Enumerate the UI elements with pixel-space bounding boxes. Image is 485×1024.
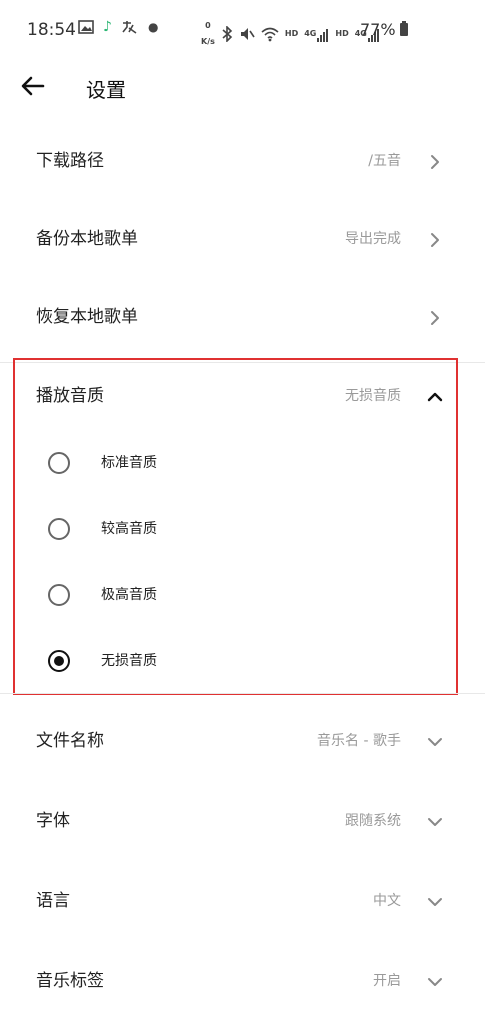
- option-label: 极高音质: [101, 587, 157, 603]
- setting-label: 音乐标签: [36, 971, 104, 991]
- setting-value: /五音: [368, 153, 401, 169]
- chevron-down-icon: [428, 898, 442, 906]
- signal-1: 4G: [304, 26, 329, 42]
- setting-label: 语言: [36, 891, 70, 911]
- quality-option-high[interactable]: 较高音质: [0, 504, 485, 554]
- quality-option-standard[interactable]: 标准音质: [0, 438, 485, 488]
- status-bar: 18:54 ♪ ● 0 K/s HD 4G HD 4G 77%: [0, 0, 485, 60]
- setting-file-name[interactable]: 文件名称 音乐名 - 歌手: [0, 711, 485, 771]
- setting-playback-quality[interactable]: 播放音质 无损音质: [0, 366, 485, 426]
- app-icon: [122, 21, 137, 34]
- setting-label: 备份本地歌单: [36, 229, 138, 249]
- battery-percent: 77%: [360, 20, 396, 39]
- status-left-icons: ♪ ●: [78, 19, 158, 35]
- chevron-down-icon: [428, 978, 442, 986]
- signal-icon-1: [317, 29, 329, 42]
- setting-backup-playlist[interactable]: 备份本地歌单 导出完成: [0, 209, 485, 269]
- hd-label-2: HD: [335, 29, 349, 38]
- setting-value: 中文: [373, 893, 401, 909]
- setting-value: 跟随系统: [345, 813, 401, 829]
- wifi-icon: [261, 27, 279, 42]
- setting-label: 恢复本地歌单: [36, 307, 138, 327]
- back-arrow-icon[interactable]: [19, 72, 47, 100]
- setting-music-tags[interactable]: 音乐标签 开启: [0, 951, 485, 1011]
- radio-button-selected[interactable]: [48, 650, 70, 672]
- option-label: 较高音质: [101, 521, 157, 537]
- chevron-right-icon: [431, 155, 439, 169]
- setting-download-path[interactable]: 下载路径 /五音: [0, 131, 485, 191]
- net-speed: 0 K/s: [201, 21, 215, 46]
- image-icon: [78, 20, 94, 34]
- setting-font[interactable]: 字体 跟随系统: [0, 791, 485, 851]
- mute-icon: [240, 28, 255, 40]
- option-label: 标准音质: [101, 455, 157, 471]
- status-right-icons: 0 K/s HD 4G HD 4G: [201, 18, 380, 50]
- setting-value: 导出完成: [345, 231, 401, 247]
- radio-button[interactable]: [48, 518, 70, 540]
- setting-label: 播放音质: [36, 386, 104, 406]
- setting-value: 开启: [373, 973, 401, 989]
- bluetooth-icon: [222, 26, 233, 42]
- setting-label: 文件名称: [36, 731, 104, 751]
- chevron-up-icon: [427, 392, 443, 402]
- setting-restore-playlist[interactable]: 恢复本地歌单: [0, 287, 485, 347]
- radio-button[interactable]: [48, 452, 70, 474]
- option-label: 无损音质: [101, 653, 157, 669]
- chevron-right-icon: [431, 233, 439, 247]
- radio-button[interactable]: [48, 584, 70, 606]
- setting-label: 下载路径: [36, 151, 104, 171]
- music-note-icon: ♪: [103, 19, 112, 35]
- quality-option-very-high[interactable]: 极高音质: [0, 570, 485, 620]
- battery-icon: [399, 21, 408, 36]
- hd-label-1: HD: [284, 29, 299, 38]
- setting-language[interactable]: 语言 中文: [0, 871, 485, 931]
- chevron-right-icon: [431, 311, 439, 325]
- battery: 77%: [360, 20, 408, 39]
- status-time: 18:54: [27, 20, 76, 40]
- divider: [0, 693, 485, 694]
- chevron-down-icon: [428, 818, 442, 826]
- chevron-down-icon: [428, 738, 442, 746]
- setting-value: 音乐名 - 歌手: [317, 733, 401, 749]
- page-title: 设置: [86, 78, 126, 102]
- dot-icon: ●: [147, 20, 159, 34]
- app-header: 设置: [0, 60, 485, 116]
- setting-value: 无损音质: [345, 388, 401, 404]
- setting-label: 字体: [36, 811, 70, 831]
- quality-option-lossless[interactable]: 无损音质: [0, 636, 485, 686]
